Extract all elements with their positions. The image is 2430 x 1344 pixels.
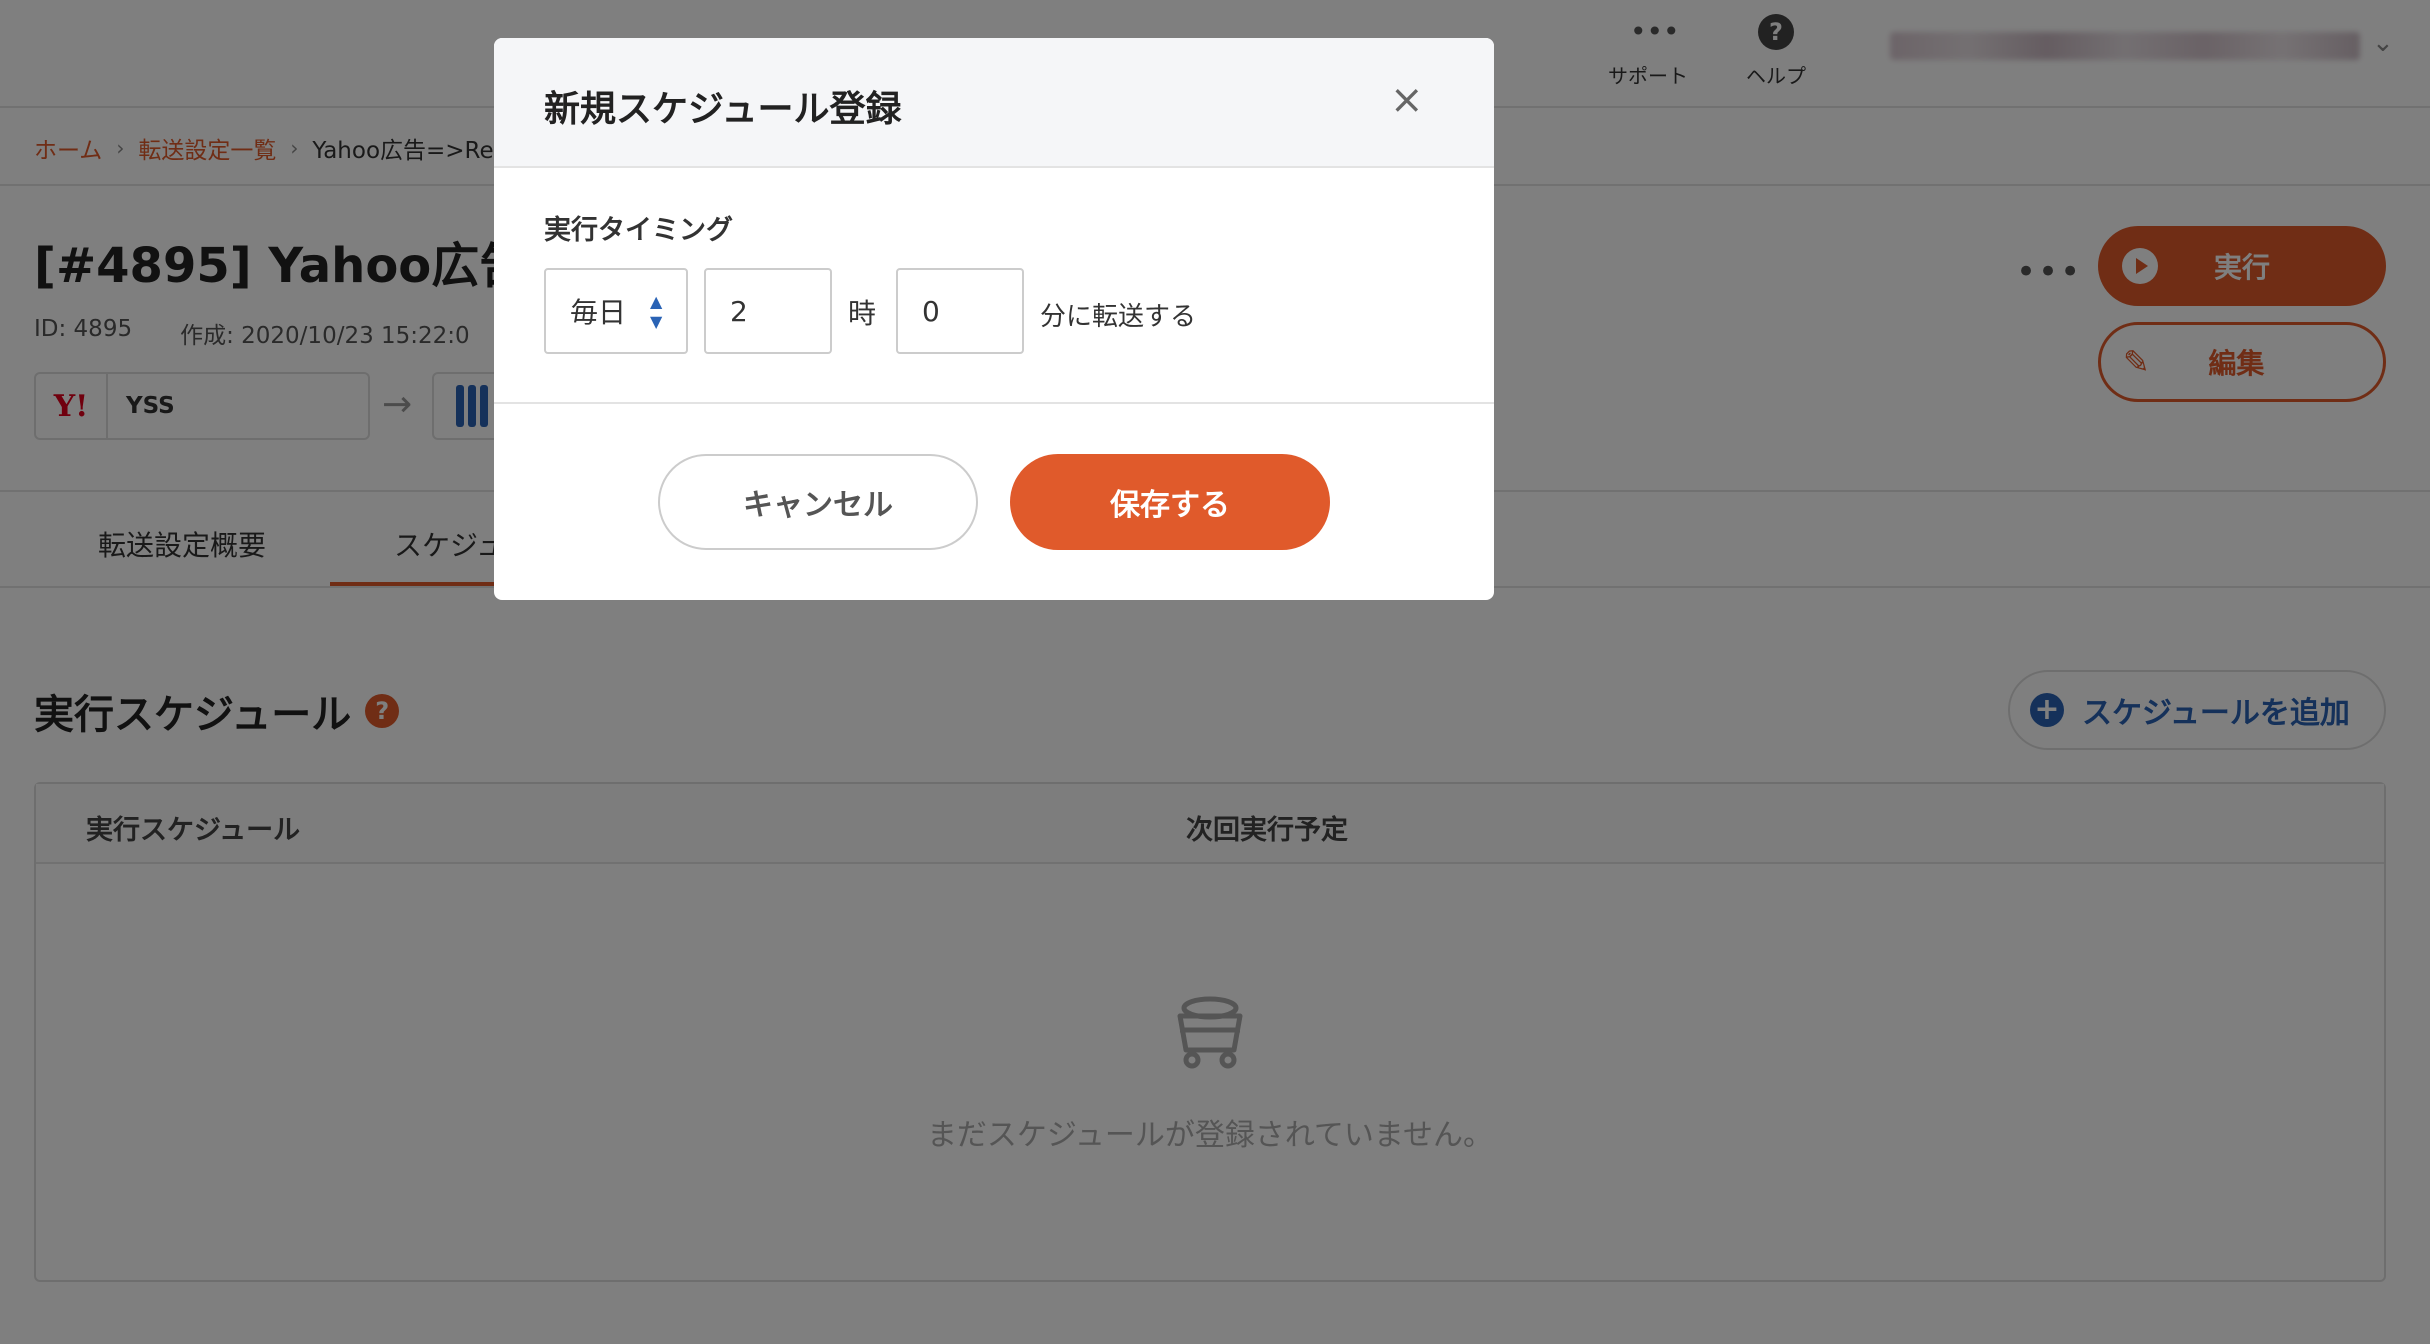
frequency-select[interactable]: 毎日 ▲ ▼ xyxy=(544,268,688,354)
select-arrows-icon: ▲ ▼ xyxy=(650,292,663,331)
hour-unit: 時 xyxy=(848,297,877,330)
dialog-title: 新規スケジュール登録 xyxy=(544,89,902,130)
save-button[interactable]: 保存する xyxy=(1010,454,1330,550)
minute-suffix: 分に転送する xyxy=(1040,302,1197,332)
cancel-button[interactable]: キャンセル xyxy=(658,454,978,550)
frequency-value: 毎日 xyxy=(570,296,627,329)
timing-label: 実行タイミング xyxy=(544,215,733,246)
page: ••• サポート ? ヘルプ ⌄ ホーム › 転送設定一覧 › Yahoo広告=… xyxy=(0,0,2430,1344)
new-schedule-dialog: 新規スケジュール登録 × 実行タイミング 毎日 ▲▼ 時 分に転送する キャンセ… xyxy=(494,38,1494,600)
close-icon[interactable]: × xyxy=(1390,80,1424,120)
dialog-header: 新規スケジュール登録 × xyxy=(494,38,1494,168)
dialog-body: 実行タイミング 毎日 ▲▼ 時 分に転送する xyxy=(494,168,1494,404)
dialog-footer: キャンセル 保存する xyxy=(494,404,1494,600)
hour-input[interactable] xyxy=(704,268,832,354)
minute-input[interactable] xyxy=(896,268,1024,354)
